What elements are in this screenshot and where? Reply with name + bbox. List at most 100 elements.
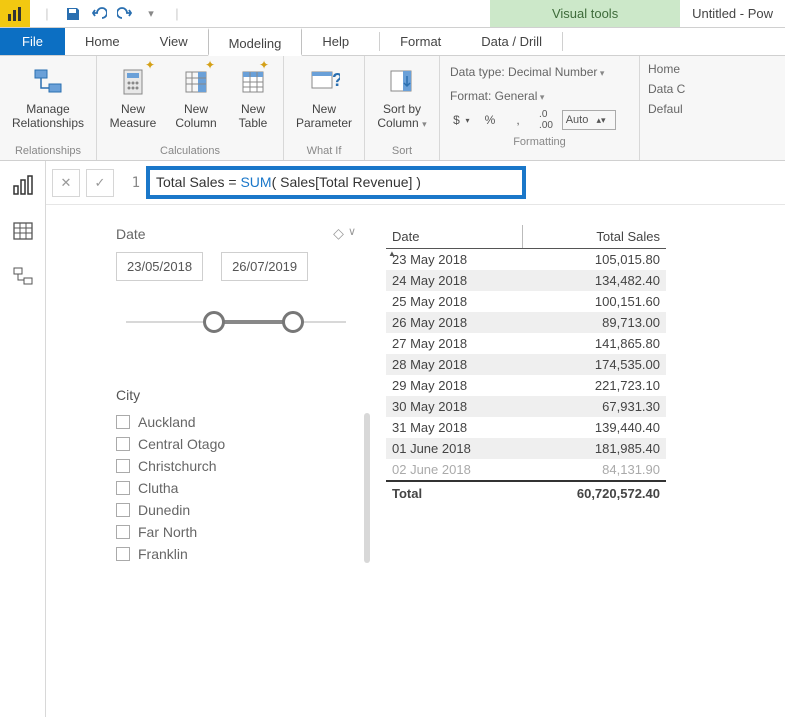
tab-file[interactable]: File: [0, 28, 65, 55]
report-canvas[interactable]: Date ◇ ∨ 23/05/2018 26/07/2019: [46, 205, 785, 717]
cell-value: 141,865.80: [523, 333, 666, 354]
table-row[interactable]: 24 May 2018134,482.40: [386, 270, 666, 291]
slider-handle-end[interactable]: [282, 311, 304, 333]
cell-date: 02 June 2018: [386, 459, 523, 481]
group-whatif: What If: [292, 143, 356, 160]
document-title: Untitled - Pow: [680, 0, 785, 27]
group-calculations: Calculations: [105, 143, 275, 160]
cell-value: 221,723.10: [523, 375, 666, 396]
city-item[interactable]: Far North: [116, 521, 356, 543]
cell-date: 24 May 2018: [386, 270, 523, 291]
city-item[interactable]: Auckland: [116, 411, 356, 433]
qat-customize-icon[interactable]: ▾: [140, 3, 162, 25]
city-scrollbar[interactable]: [364, 413, 370, 563]
formula-bar: ✕ ✓ 1 Total Sales = SUM( Sales[Total Rev…: [46, 161, 785, 205]
checkbox-icon[interactable]: [116, 547, 130, 561]
tab-home[interactable]: Home: [65, 28, 140, 55]
relationships-icon: [32, 62, 64, 102]
decimal-places-input[interactable]: Auto ▴▾: [562, 110, 616, 130]
cell-value: 89,713.00: [523, 312, 666, 333]
cancel-formula-button[interactable]: ✕: [52, 169, 80, 197]
tab-format[interactable]: Format: [380, 28, 461, 55]
group-formatting: Formatting: [450, 134, 629, 151]
cell-date: 31 May 2018: [386, 417, 523, 438]
slider-handle-start[interactable]: [203, 311, 225, 333]
currency-button[interactable]: $ ▾: [450, 110, 474, 130]
city-item[interactable]: Franklin: [116, 543, 356, 565]
undo-icon[interactable]: [88, 3, 110, 25]
checkbox-icon[interactable]: [116, 415, 130, 429]
percent-button[interactable]: %: [478, 110, 502, 130]
parameter-icon: ?: [308, 62, 340, 102]
table-row[interactable]: 30 May 201867,931.30: [386, 396, 666, 417]
cell-value: 139,440.40: [523, 417, 666, 438]
ribbon: Manage Relationships Relationships ✦ New…: [0, 56, 785, 161]
table-row[interactable]: 29 May 2018221,723.10: [386, 375, 666, 396]
cell-date: 23 May 2018: [386, 249, 523, 271]
table-row[interactable]: 25 May 2018100,151.60: [386, 291, 666, 312]
commit-formula-button[interactable]: ✓: [86, 169, 114, 197]
formula-input[interactable]: Total Sales = SUM( Sales[Total Revenue] …: [146, 166, 526, 199]
table-row[interactable]: 01 June 2018181,985.40: [386, 438, 666, 459]
table-row[interactable]: 26 May 201889,713.00: [386, 312, 666, 333]
col-header-total-sales[interactable]: Total Sales: [523, 225, 666, 249]
checkbox-icon[interactable]: [116, 437, 130, 451]
tab-help[interactable]: Help: [302, 28, 369, 55]
model-view-icon[interactable]: [9, 263, 37, 291]
tab-modeling[interactable]: Modeling: [208, 28, 303, 56]
checkbox-icon[interactable]: [116, 481, 130, 495]
redo-icon[interactable]: [114, 3, 136, 25]
home-table-label: Home: [648, 62, 685, 76]
format-dropdown[interactable]: Format: General: [450, 89, 544, 103]
thousands-button[interactable]: ,: [506, 110, 530, 130]
new-measure-button[interactable]: ✦ New Measure: [105, 60, 161, 143]
data-view-icon[interactable]: [9, 217, 37, 245]
total-value: 60,720,572.40: [523, 481, 666, 504]
city-label: Central Otago: [138, 436, 225, 452]
col-header-date[interactable]: Date: [386, 225, 523, 249]
cell-date: 29 May 2018: [386, 375, 523, 396]
checkbox-icon[interactable]: [116, 459, 130, 473]
checkbox-icon[interactable]: [116, 503, 130, 517]
table-row[interactable]: 28 May 2018174,535.00: [386, 354, 666, 375]
checkbox-icon[interactable]: [116, 525, 130, 539]
city-label: Dunedin: [138, 502, 190, 518]
table-row[interactable]: 31 May 2018139,440.40: [386, 417, 666, 438]
decimals-icon: .0.00: [534, 110, 558, 130]
contextual-tab-label: Visual tools: [490, 0, 680, 27]
table-row[interactable]: 27 May 2018141,865.80: [386, 333, 666, 354]
city-item[interactable]: Clutha: [116, 477, 356, 499]
save-icon[interactable]: [62, 3, 84, 25]
date-end-input[interactable]: 26/07/2019: [221, 252, 308, 281]
app-logo: [0, 0, 30, 27]
title-bar: | ▾ | Visual tools Untitled - Pow: [0, 0, 785, 28]
date-start-input[interactable]: 23/05/2018: [116, 252, 203, 281]
date-slicer-title: Date: [116, 226, 146, 242]
city-item[interactable]: Christchurch: [116, 455, 356, 477]
slicer-dropdown-icon[interactable]: ∨: [348, 225, 356, 242]
cell-date: 30 May 2018: [386, 396, 523, 417]
table-row[interactable]: 23 May 2018105,015.80: [386, 249, 666, 271]
cell-date: 27 May 2018: [386, 333, 523, 354]
tab-data-drill[interactable]: Data / Drill: [461, 28, 562, 55]
date-range-slider[interactable]: [126, 307, 346, 337]
eraser-icon[interactable]: ◇: [333, 225, 344, 242]
new-parameter-button[interactable]: ? New Parameter: [292, 60, 356, 143]
manage-relationships-button[interactable]: Manage Relationships: [8, 60, 88, 143]
tab-view[interactable]: View: [140, 28, 208, 55]
sales-table-visual[interactable]: Date Total Sales 23 May 2018105,015.8024…: [386, 225, 666, 697]
data-type-dropdown[interactable]: Data type: Decimal Number: [450, 65, 604, 79]
new-table-button[interactable]: ✦ New Table: [231, 60, 275, 143]
city-item[interactable]: Central Otago: [116, 433, 356, 455]
city-label: Christchurch: [138, 458, 217, 474]
city-item[interactable]: Dunedin: [116, 499, 356, 521]
report-view-icon[interactable]: [9, 171, 37, 199]
formula-line-number: 1: [120, 175, 140, 191]
new-column-button[interactable]: ✦ New Column: [171, 60, 221, 143]
sort-by-column-button[interactable]: Sort by Column ▾: [373, 60, 431, 143]
city-label: Franklin: [138, 546, 188, 562]
table-row[interactable]: 02 June 201884,131.90: [386, 459, 666, 481]
cell-date: 26 May 2018: [386, 312, 523, 333]
group-relationships: Relationships: [8, 143, 88, 160]
quick-access-toolbar: | ▾ |: [30, 0, 194, 27]
